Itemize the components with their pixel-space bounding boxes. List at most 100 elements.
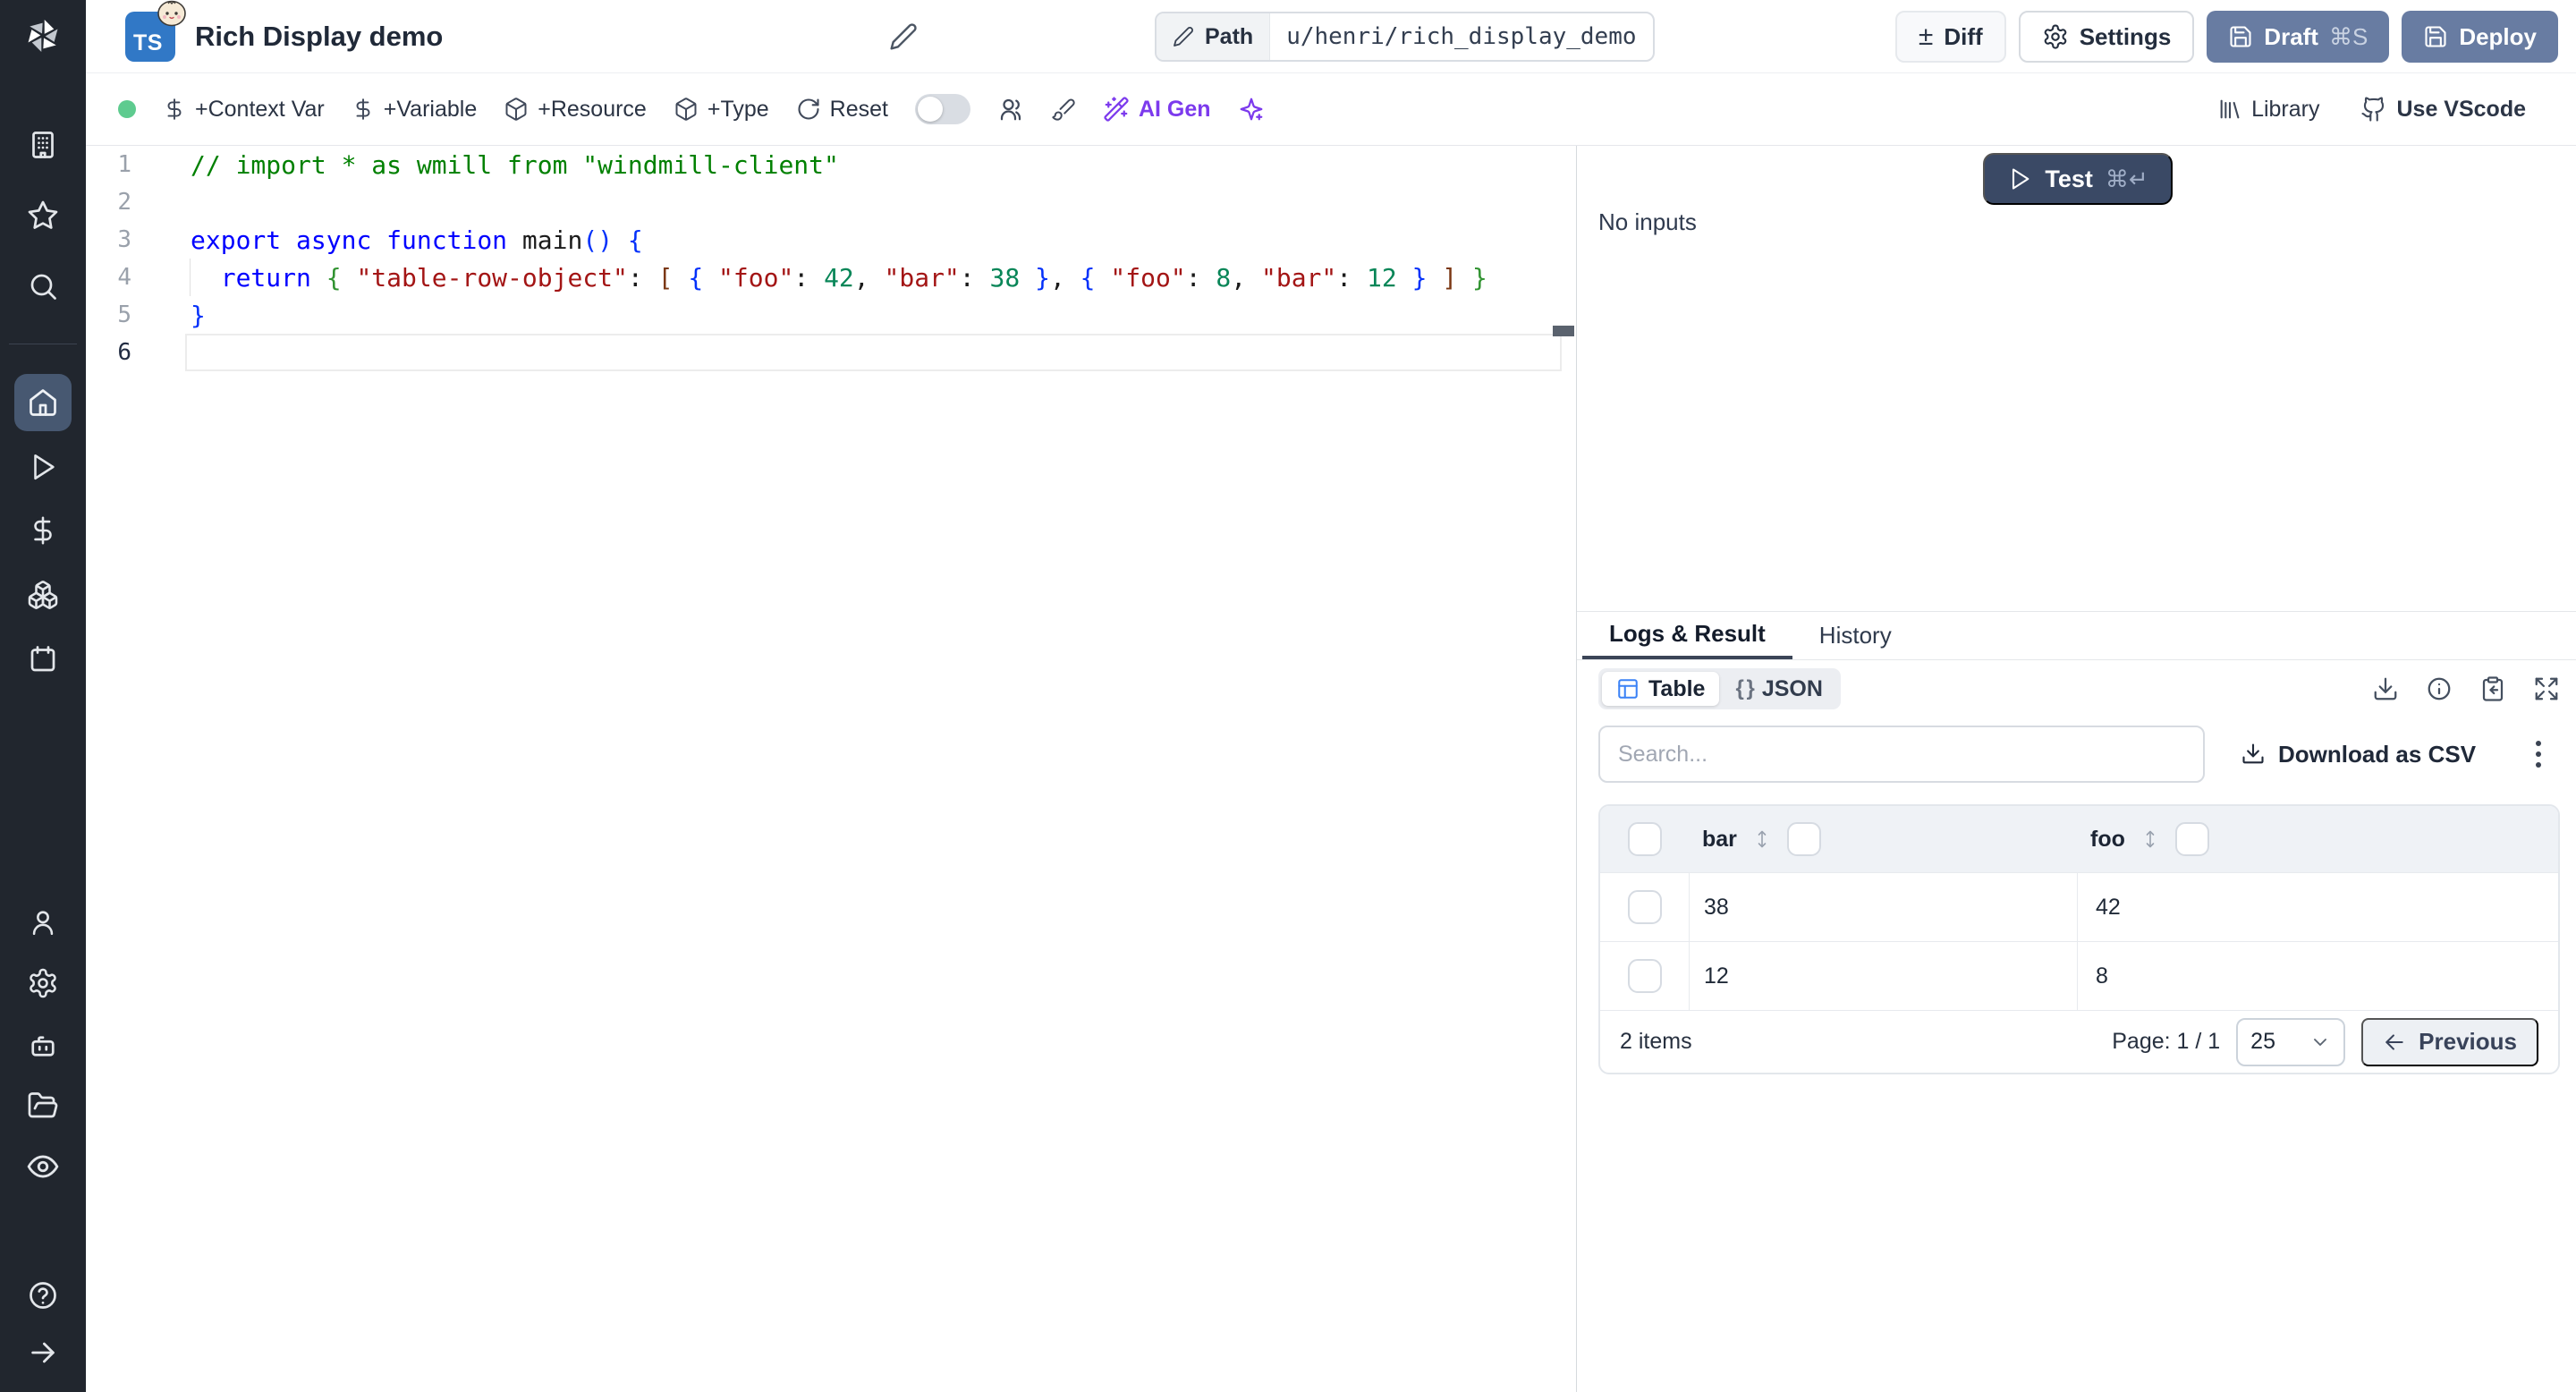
code-text[interactable]: // import * as wmill from "windmill-clie… [185,146,1562,183]
column-filter-checkbox[interactable] [1786,822,1821,856]
table-cell: 42 [2096,894,2121,920]
table-row[interactable]: 38 42 [1600,872,2558,941]
code-line[interactable]: 3 export async function main() { [86,221,1576,259]
clipboard-copy-icon[interactable] [2479,675,2506,702]
code-token: [ [657,262,674,293]
code-token: { [627,225,643,255]
page-indicator: Page: 1 / 1 [2112,1029,2221,1054]
boxes-icon[interactable] [27,579,59,611]
windmill-logo-icon[interactable] [22,15,64,56]
column-filter-checkbox[interactable] [2174,822,2209,856]
add-context-var-label: +Context Var [195,96,325,122]
eye-icon[interactable] [26,1150,60,1184]
add-variable-button[interactable]: +Variable [352,97,477,123]
run-panel: Test ⌘↵ No inputs Logs & Result History … [1576,146,2576,1392]
arrow-right-icon[interactable] [28,1337,58,1368]
star-icon[interactable] [27,199,59,232]
tab-history[interactable]: History [1792,612,1919,659]
path-button[interactable]: Path u/henri/rich_display_demo [1155,12,1655,62]
column-header-bar[interactable]: bar [1702,827,1737,853]
diff-mode-toggle[interactable] [914,94,970,124]
vscode-icon [2361,97,2385,122]
previous-page-button[interactable]: Previous [2361,1017,2538,1066]
ai-sparkles-button[interactable] [1238,96,1265,123]
gear-icon[interactable] [27,967,59,999]
code-text[interactable] [185,334,1562,371]
code-line[interactable]: 4 return { "table-row-object": [ { "foo"… [86,259,1576,296]
code-text[interactable]: export async function main() { [185,221,1562,259]
code-text[interactable]: return { "table-row-object": [ { "foo": … [185,259,1562,296]
download-csv-button[interactable]: Download as CSV [2241,741,2476,768]
collaborators-button[interactable] [997,96,1024,123]
logs-result-section: Logs & Result History Table { } JSON Sea… [1577,611,2576,1392]
view-table-button[interactable]: Table [1602,672,1720,706]
test-button[interactable]: Test ⌘↵ [1983,153,2173,205]
code-token: ] [1442,262,1458,293]
play-icon[interactable] [28,452,58,482]
code-editor[interactable]: 1 // import * as wmill from "windmill-cli… [86,146,1576,1392]
format-brush-button[interactable] [1051,97,1076,122]
code-token: async [296,225,372,255]
path-label-segment: Path [1157,13,1271,60]
previous-label: Previous [2419,1028,2517,1055]
page-size-select[interactable]: 25 [2236,1017,2346,1066]
robot-icon[interactable] [27,1029,59,1061]
edit-title-pencil-icon[interactable] [889,22,918,51]
user-icon[interactable] [28,907,58,938]
add-type-button[interactable]: +Type [674,97,769,123]
deploy-label: Deploy [2459,22,2537,50]
column-header-foo[interactable]: foo [2090,827,2125,853]
sort-icon[interactable] [1751,828,1773,850]
code-text[interactable]: } [185,296,1562,334]
add-resource-button[interactable]: +Resource [504,97,647,123]
editor-scroll-marker[interactable] [1553,326,1574,336]
code-token: } [1472,262,1487,293]
row-checkbox[interactable] [1627,890,1662,924]
reset-button[interactable]: Reset [796,97,888,123]
add-type-label: +Type [707,96,769,122]
search-input[interactable] [1598,726,2205,783]
select-all-checkbox[interactable] [1628,822,1662,856]
sort-icon[interactable] [2140,828,2161,850]
library-button[interactable]: Library [2217,97,2319,123]
code-token: return [220,262,311,293]
code-line[interactable]: 2 [86,183,1576,221]
tab-logs-result[interactable]: Logs & Result [1582,612,1792,659]
indent-guide [190,259,191,296]
draft-shortcut: ⌘S [2328,22,2368,50]
code-line[interactable]: 6 [86,334,1576,371]
info-icon[interactable] [2426,675,2453,702]
code-line[interactable]: 5} [86,296,1576,334]
draft-button[interactable]: Draft ⌘S [2207,11,2390,63]
add-context-var-button[interactable]: +Context Var [163,97,325,123]
code-line[interactable]: 1 // import * as wmill from "windmill-cli… [86,146,1576,183]
code-token: "bar" [884,262,960,293]
view-json-button[interactable]: { } JSON [1721,672,1836,706]
code-token: : [793,262,825,293]
diff-button[interactable]: ± Diff [1894,11,2006,63]
table-row[interactable]: 12 8 [1600,941,2558,1010]
folder-open-icon[interactable] [27,1090,59,1122]
help-icon[interactable] [27,1279,59,1311]
calendar-icon[interactable] [27,643,59,675]
home-icon[interactable] [27,386,59,419]
row-checkbox[interactable] [1627,959,1662,993]
table-menu-kebab-icon[interactable] [2522,736,2555,772]
line-number: 5 [117,301,131,328]
download-result-icon[interactable] [2372,675,2399,702]
search-icon[interactable] [27,270,59,302]
expand-icon[interactable] [2533,675,2560,702]
deploy-button[interactable]: Deploy [2402,11,2558,63]
code-token: : [627,262,658,293]
code-text[interactable] [185,183,1562,221]
code-token: export [191,225,282,255]
ai-gen-button[interactable]: AI Gen [1103,96,1211,123]
dollar-icon[interactable] [28,515,58,546]
use-vscode-button[interactable]: Use VScode [2360,96,2526,123]
settings-button[interactable]: Settings [2018,11,2195,63]
building-icon[interactable] [27,129,59,161]
